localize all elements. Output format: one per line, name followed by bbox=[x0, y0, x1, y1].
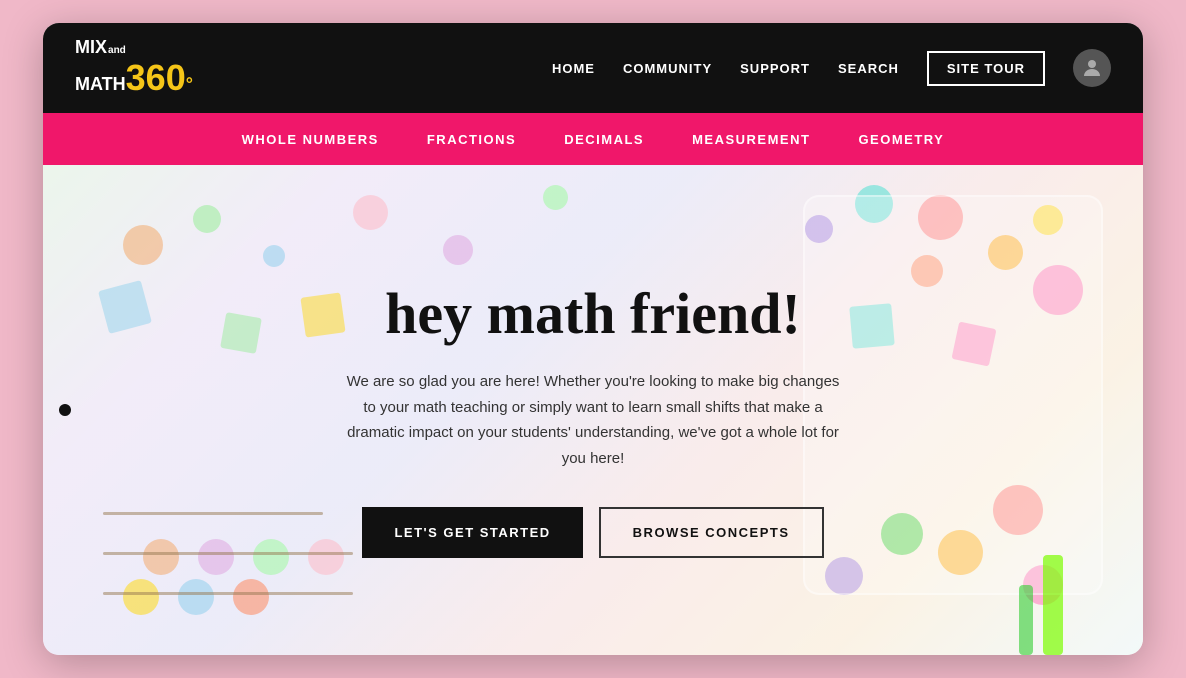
nav-support[interactable]: SUPPORT bbox=[740, 61, 810, 76]
nav-home[interactable]: HOME bbox=[552, 61, 595, 76]
abacus-b2 bbox=[198, 539, 234, 575]
abacus-b1 bbox=[143, 539, 179, 575]
deco-circle-6 bbox=[543, 185, 568, 210]
hero-buttons: LET'S GET STARTED BROWSE CONCEPTS bbox=[343, 507, 843, 558]
rect-2 bbox=[220, 312, 262, 354]
carousel-dot[interactable] bbox=[59, 404, 71, 416]
category-measurement[interactable]: MEASUREMENT bbox=[692, 132, 810, 147]
logo-and: and bbox=[108, 45, 126, 56]
abacus-b7 bbox=[233, 579, 269, 615]
category-whole-numbers[interactable]: WHOLE NUMBERS bbox=[242, 132, 379, 147]
abacus-b5 bbox=[123, 579, 159, 615]
abacus-b3 bbox=[253, 539, 289, 575]
nav-search[interactable]: SEARCH bbox=[838, 61, 899, 76]
green-strip-1 bbox=[1043, 555, 1063, 655]
deco-circle-3 bbox=[263, 245, 285, 267]
rect-1 bbox=[98, 280, 152, 334]
hero-section: hey math friend! We are so glad you are … bbox=[43, 165, 1143, 655]
hero-subtitle: We are so glad you are here! Whether you… bbox=[343, 369, 843, 471]
browser-frame: MIX and MATH 360 ° HOME COMMUNITY SUPPOR… bbox=[43, 23, 1143, 655]
green-strip-2 bbox=[1019, 585, 1033, 655]
nav-links: HOME COMMUNITY SUPPORT SEARCH SITE TOUR bbox=[552, 49, 1111, 87]
nav-community[interactable]: COMMUNITY bbox=[623, 61, 712, 76]
site-tour-button[interactable]: SITE TOUR bbox=[927, 51, 1045, 86]
category-geometry[interactable]: GEOMETRY bbox=[858, 132, 944, 147]
abacus-rod-3 bbox=[103, 512, 323, 515]
browse-concepts-button[interactable]: BROWSE CONCEPTS bbox=[599, 507, 824, 558]
hero-content: hey math friend! We are so glad you are … bbox=[323, 222, 863, 599]
abacus-rod-2 bbox=[103, 552, 353, 555]
abacus-b6 bbox=[178, 579, 214, 615]
hero-title: hey math friend! bbox=[343, 282, 843, 346]
category-fractions[interactable]: FRACTIONS bbox=[427, 132, 516, 147]
lets-get-started-button[interactable]: LET'S GET STARTED bbox=[362, 507, 582, 558]
category-navigation: WHOLE NUMBERS FRACTIONS DECIMALS MEASURE… bbox=[43, 113, 1143, 165]
logo-mix: MIX bbox=[75, 38, 107, 58]
abacus-rod-1 bbox=[103, 592, 353, 595]
category-decimals[interactable]: DECIMALS bbox=[564, 132, 644, 147]
logo-link[interactable]: MIX and MATH 360 ° bbox=[75, 38, 193, 97]
logo-math: MATH bbox=[75, 75, 126, 95]
logo-degree: ° bbox=[186, 75, 193, 95]
top-navigation: MIX and MATH 360 ° HOME COMMUNITY SUPPOR… bbox=[43, 23, 1143, 113]
deco-circle-1 bbox=[123, 225, 163, 265]
avatar[interactable] bbox=[1073, 49, 1111, 87]
logo: MIX and MATH 360 ° bbox=[75, 38, 193, 97]
deco-circle-2 bbox=[193, 205, 221, 233]
logo-360: 360 bbox=[126, 58, 186, 98]
